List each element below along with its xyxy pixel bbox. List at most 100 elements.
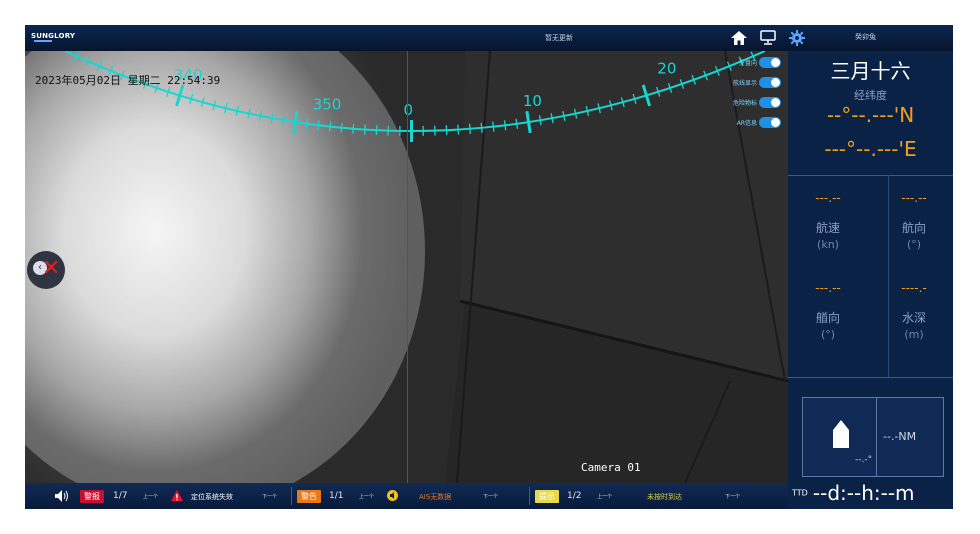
camera-name: Camera 01 <box>581 461 641 474</box>
toggle-row-compass: 罗盘向 <box>715 53 785 73</box>
divider <box>291 487 292 505</box>
longitude-unit: 'E <box>898 137 917 161</box>
toggle-label: 罗盘向 <box>738 60 757 67</box>
longitude-value: ---°--.--- <box>824 137 899 161</box>
overlay-toggles: 罗盘向 航线显示 危险物标 AR信息 <box>715 53 785 133</box>
divider <box>788 175 953 176</box>
divider <box>788 377 953 378</box>
course-unit: (°) <box>906 238 922 251</box>
monitor-icon[interactable] <box>758 28 778 48</box>
ship-angle: --.-° <box>855 455 873 465</box>
heading-label: 20 <box>657 60 676 78</box>
app-logo: SUNGLORY <box>31 32 76 40</box>
speaker-icon[interactable] <box>55 490 69 502</box>
route-toggle[interactable] <box>759 77 781 88</box>
divider <box>888 175 889 377</box>
navigation-info-panel: 三月十六 经纬度 --°--.---'N ---°--.---'E ---.--… <box>788 51 953 509</box>
toggle-knob <box>771 78 780 87</box>
close-icon: ✕ <box>42 256 61 281</box>
latitude-readout: --°--.---'N <box>788 103 953 127</box>
speed-label: 航速 <box>815 221 840 235</box>
heading-label: 10 <box>523 92 542 110</box>
alarm-tag: 警报 <box>80 490 104 503</box>
gear-icon[interactable] <box>787 28 807 48</box>
ganzhi-year: 癸卯兔 <box>855 33 876 41</box>
ttd-readout: TTD --d:--h:--m <box>792 481 915 505</box>
heading-label: 350 <box>313 96 342 114</box>
alarm-message: 定位系统失效 <box>191 493 233 501</box>
warning-next-link[interactable]: 下一个 <box>483 493 498 500</box>
heading-label: 0 <box>404 101 414 119</box>
course-value: ---.-- <box>901 191 927 205</box>
compass-toggle[interactable] <box>759 57 781 68</box>
warning-prev-link[interactable]: 上一个 <box>359 493 374 500</box>
update-status: 暂无更新 <box>545 34 573 42</box>
distance-box: --.-NM <box>876 397 944 477</box>
camera-view[interactable]: 340 350 0 10 20 2023年05月02日 星期二 22:54:39 Cam… <box>25 51 788 483</box>
toggle-knob <box>771 118 780 127</box>
lunar-date: 三月十六 <box>830 59 911 83</box>
divider <box>529 487 530 505</box>
warning-triangle-icon <box>171 490 183 501</box>
camera-datetime: 2023年05月02日 星期二 22:54:39 <box>35 74 221 87</box>
heading-unit: (°) <box>820 328 836 341</box>
speaker-warning-icon <box>387 490 398 501</box>
toggle-knob <box>771 58 780 67</box>
heading-minor-tick <box>352 123 355 134</box>
warning-count: 1/1 <box>329 491 344 501</box>
ship-icon <box>833 420 849 448</box>
logo-underline <box>34 40 52 42</box>
coordinates-title: 经纬度 <box>854 89 887 102</box>
home-icon[interactable] <box>729 28 749 48</box>
notice-next-link[interactable]: 下一个 <box>725 493 740 500</box>
toggle-row-route: 航线显示 <box>715 73 785 93</box>
heading-label: 艏向 <box>815 311 840 325</box>
ttd-value: --d:--h:--m <box>812 481 915 505</box>
toggle-label: AR信息 <box>736 120 757 127</box>
heading-minor-tick <box>363 124 366 135</box>
top-bar: SUNGLORY 暂无更新 癸卯兔 <box>25 25 953 51</box>
heading-minor-tick <box>468 123 471 134</box>
depth-unit: (m) <box>904 328 924 341</box>
heading-minor-tick <box>340 122 343 133</box>
course-label: 航向 <box>901 221 926 235</box>
app-window: SUNGLORY 暂无更新 癸卯兔 340 350 0 10 20 2023年0… <box>25 25 953 509</box>
alarm-bar: 警报 1/7 上一个 定位系统失效 下一个 警告 1/1 上一个 AIS无数据 … <box>25 483 788 509</box>
distance-value: --.-NM <box>883 430 917 443</box>
alarm-next-link[interactable]: 下一个 <box>262 493 277 500</box>
heading-minor-tick <box>480 122 483 133</box>
heading-minor-tick <box>445 125 448 136</box>
alarm-count: 1/7 <box>113 491 128 501</box>
alarm-segment: 警报 1/7 上一个 定位系统失效 下一个 <box>25 483 287 509</box>
ar-info-toggle[interactable] <box>759 117 781 128</box>
bow-reference-line <box>407 51 408 483</box>
speed-unit: (kn) <box>817 238 839 251</box>
toggle-label: 危险物标 <box>732 100 757 107</box>
longitude-readout: ---°--.---'E <box>788 137 953 161</box>
toggle-knob <box>771 98 780 107</box>
danger-target-toggle[interactable] <box>759 97 781 108</box>
notice-prev-link[interactable]: 上一个 <box>597 493 612 500</box>
notice-segment: 提示 1/2 上一个 未按时到达 下一个 <box>533 483 783 509</box>
notice-count: 1/2 <box>567 491 582 501</box>
warning-tag: 警告 <box>297 490 321 503</box>
latitude-value: --°--.--- <box>826 103 894 127</box>
alarm-prev-link[interactable]: 上一个 <box>143 493 158 500</box>
toggle-row-ar: AR信息 <box>715 113 785 133</box>
depth-value: ----.- <box>901 281 927 295</box>
depth-label: 水深 <box>901 311 926 325</box>
toggle-label: 航线显示 <box>732 80 757 87</box>
toggle-row-danger: 危险物标 <box>715 93 785 113</box>
notice-tag: 提示 <box>535 490 559 503</box>
heading-minor-tick <box>375 125 378 136</box>
warning-segment: 警告 1/1 上一个 AIS无数据 下一个 <box>295 483 525 509</box>
heading-value: ---.-- <box>815 281 841 295</box>
speed-value: ---.-- <box>815 191 841 205</box>
notice-message: 未按时到达 <box>647 493 682 501</box>
side-collapse-button[interactable]: ‹ ✕ <box>27 251 65 289</box>
heading-minor-tick <box>457 124 460 135</box>
warning-message: AIS无数据 <box>419 493 452 501</box>
latitude-unit: 'N <box>893 103 915 127</box>
ttd-label: TTD <box>792 488 808 498</box>
ship-heading-box: --.-° <box>802 397 880 477</box>
